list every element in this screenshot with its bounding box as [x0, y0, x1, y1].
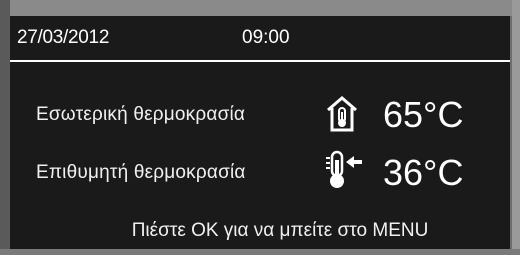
desired-temp-label: Επιθυμητή θερμοκρασία	[36, 162, 246, 183]
date-display: 27/03/2012	[17, 27, 110, 48]
bezel-left	[0, 0, 10, 255]
bezel-bottom	[0, 249, 520, 255]
house-thermometer-icon	[324, 94, 360, 139]
bezel-right	[512, 0, 520, 255]
thermometer-arrow-icon	[324, 150, 364, 195]
display-screen: 27/03/2012 09:00 Εσωτερική θερμοκρασία 6…	[10, 16, 510, 249]
bezel-top	[0, 0, 520, 16]
menu-hint: Πιέστε ΟΚ για να μπείτε στο MENU	[131, 220, 429, 241]
desired-temp-value: 36°C	[383, 152, 464, 193]
indoor-temp-value: 65°C	[383, 94, 464, 135]
status-header: 27/03/2012 09:00	[10, 16, 510, 62]
time-display: 09:00	[242, 27, 290, 48]
indoor-temp-label: Εσωτερική θερμοκρασία	[36, 104, 246, 125]
